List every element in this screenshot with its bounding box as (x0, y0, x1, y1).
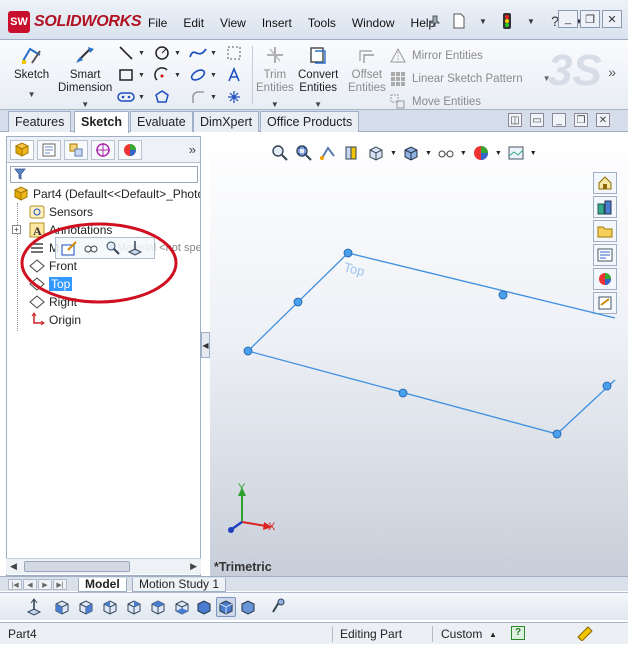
view-selector-icon[interactable] (268, 597, 288, 617)
front-view-icon[interactable] (52, 597, 72, 617)
prev-tab-icon[interactable]: ◀ (23, 579, 37, 590)
tab-navigation: |◀ ◀ ▶ ▶| (8, 579, 67, 590)
rebuild-status-icon[interactable] (576, 625, 594, 644)
triad-x-label: X (268, 521, 276, 533)
plane-corner-handle[interactable] (243, 346, 253, 356)
plane-label: Top (342, 259, 366, 279)
status-bar: Part4 Editing Part Custom ▲ ? (0, 622, 628, 644)
status-editing-mode: Editing Part (340, 627, 403, 641)
reference-triad: Y X (228, 482, 276, 533)
bottom-view-icon[interactable] (172, 597, 192, 617)
top-plane-outline[interactable] (246, 252, 616, 435)
view-orientation-label: *Trimetric (214, 560, 272, 574)
isometric-view-icon[interactable] (194, 597, 214, 617)
dimetric-view-icon[interactable] (238, 597, 258, 617)
status-separator (432, 626, 433, 642)
callout-ellipse (20, 222, 178, 304)
plane-corner-handle[interactable] (343, 248, 353, 258)
plane-handles (243, 248, 612, 439)
plane-edge-handle[interactable] (293, 297, 303, 307)
status-separator (332, 626, 333, 642)
plane-edge-handle[interactable] (602, 381, 612, 391)
plane-edge-handle[interactable] (498, 290, 508, 300)
last-tab-icon[interactable]: ▶| (53, 579, 67, 590)
status-document-name: Part4 (8, 627, 37, 641)
model-tab-bar: |◀ ◀ ▶ ▶| Model Motion Study 1 (0, 576, 628, 592)
standard-views-toolbar (0, 592, 628, 620)
next-tab-icon[interactable]: ▶ (38, 579, 52, 590)
back-view-icon[interactable] (76, 597, 96, 617)
trimetric-view-icon[interactable] (216, 597, 236, 617)
triad-y-label: Y (238, 482, 246, 494)
plane-corner-handle[interactable] (552, 429, 562, 439)
normal-to-view-icon[interactable] (24, 597, 44, 617)
unit-system-arrow-icon[interactable]: ▲ (489, 630, 497, 639)
sketch-overlay: Top Y X (20, 222, 616, 533)
tab-model[interactable]: Model (78, 578, 127, 592)
plane-edge-handle[interactable] (398, 388, 408, 398)
quick-tips-help-icon[interactable]: ? (511, 626, 525, 640)
top-view-icon[interactable] (148, 597, 168, 617)
first-tab-icon[interactable]: |◀ (8, 579, 22, 590)
status-unit-system[interactable]: Custom (441, 627, 482, 641)
left-view-icon[interactable] (100, 597, 120, 617)
right-view-icon[interactable] (124, 597, 144, 617)
tab-motion-study-1[interactable]: Motion Study 1 (132, 578, 227, 592)
